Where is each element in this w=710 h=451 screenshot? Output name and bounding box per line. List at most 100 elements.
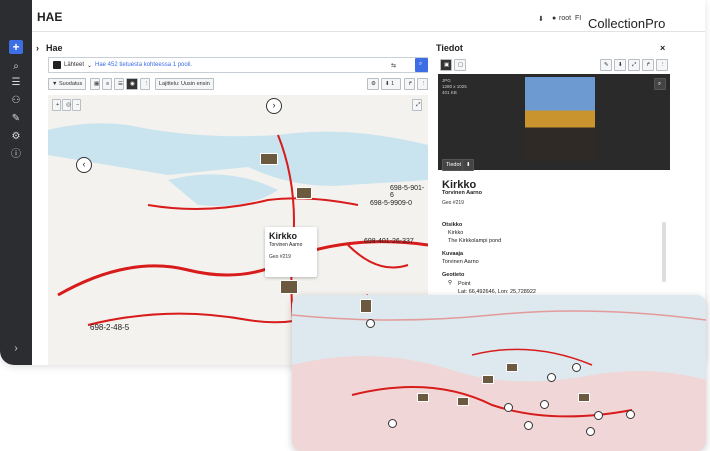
add-icon[interactable]: + bbox=[9, 40, 23, 54]
sources-label[interactable]: Lähteet bbox=[64, 62, 84, 68]
map-thumbnail[interactable] bbox=[280, 280, 298, 294]
next-arrow-icon[interactable]: › bbox=[266, 98, 282, 114]
sources-dropdown-icon[interactable]: ⌄ bbox=[87, 62, 92, 69]
thumbnail-3d[interactable] bbox=[578, 393, 590, 402]
map-view-button[interactable]: ◉ bbox=[126, 78, 138, 90]
app-root: + ⌕ ☰ ⚇ ✎ ⚙ ⓘ › HAE ⬇ ● root FI Collecti… bbox=[0, 0, 710, 451]
location-pin-icon: ⚲ bbox=[448, 280, 453, 286]
search-button[interactable]: ⌕ bbox=[415, 58, 428, 72]
details-scrollbar[interactable] bbox=[662, 222, 666, 282]
field-value: Kirkko bbox=[448, 230, 464, 236]
pin-3d[interactable] bbox=[388, 419, 397, 428]
user-icon[interactable]: ● bbox=[552, 15, 556, 22]
cogs-icon[interactable]: ⚙ bbox=[9, 130, 23, 144]
image-size: 401 KB bbox=[442, 90, 457, 95]
funnel-icon: ▼ bbox=[52, 81, 59, 87]
expand-detail-icon[interactable]: ⤢ bbox=[628, 59, 640, 71]
pin-3d[interactable] bbox=[572, 363, 581, 372]
image-preview[interactable]: JPG 1280 x 1025 401 KB ⌕ Tiedot ⬇ bbox=[438, 74, 670, 171]
wrench-icon[interactable]: ✎ bbox=[9, 112, 23, 126]
sidebar: + ⌕ ☰ ⚇ ✎ ⚙ ⓘ › bbox=[0, 0, 32, 365]
thumbnail-3d[interactable] bbox=[360, 299, 372, 313]
filter-button[interactable]: ▼ Suodatus bbox=[48, 78, 87, 90]
user-name[interactable]: root bbox=[559, 15, 571, 22]
sources-checkbox[interactable] bbox=[53, 61, 61, 69]
page-title: HAE bbox=[37, 10, 63, 24]
list-icon[interactable]: ☰ bbox=[9, 76, 23, 90]
zoom-preview-icon[interactable]: ⌕ bbox=[654, 78, 666, 90]
more-detail-icon[interactable]: ⋮ bbox=[656, 59, 668, 71]
pin-3d[interactable] bbox=[504, 403, 513, 412]
details-title: Tiedot bbox=[436, 43, 463, 53]
share-button[interactable]: ↱ bbox=[404, 78, 415, 90]
map-label: 698-401-26-337 bbox=[364, 238, 414, 245]
more-button[interactable]: ⋮ bbox=[417, 78, 428, 90]
image-tab-icon[interactable]: ▣ bbox=[440, 59, 452, 71]
pin-3d[interactable] bbox=[524, 421, 533, 430]
field-label: Geotieto bbox=[442, 272, 465, 278]
export-count: 1 bbox=[391, 81, 395, 87]
pin-3d[interactable] bbox=[586, 427, 595, 436]
download-icon[interactable]: ⬇ bbox=[538, 15, 544, 23]
map-popup[interactable]: Kirkko Torvinen Aarno Geo #219 bbox=[265, 227, 317, 277]
church-photo bbox=[525, 77, 595, 161]
pin-3d[interactable] bbox=[547, 373, 556, 382]
image-meta: JPG 1280 x 1025 401 KB bbox=[442, 78, 467, 96]
pin-3d[interactable] bbox=[366, 319, 375, 328]
download-detail-icon[interactable]: ⬇ bbox=[614, 59, 626, 71]
route-3d bbox=[292, 310, 706, 321]
pin-3d[interactable] bbox=[540, 400, 549, 409]
brand-logo: CollectionPro bbox=[588, 16, 666, 31]
fullscreen-icon[interactable]: ⤢ bbox=[412, 99, 422, 111]
edit-icon[interactable]: ✎ bbox=[600, 59, 612, 71]
map-label: 698-5-901-6 bbox=[390, 185, 425, 199]
share-detail-icon[interactable]: ↱ bbox=[642, 59, 654, 71]
info-icon[interactable]: ⓘ bbox=[9, 148, 23, 162]
field-label: Kuvaaja bbox=[442, 251, 464, 257]
search-icon[interactable]: ⌕ bbox=[9, 60, 23, 74]
zoom-out-icon[interactable]: − bbox=[72, 99, 81, 111]
list-view-button[interactable]: ≡ bbox=[102, 78, 112, 90]
users-icon[interactable]: ⚇ bbox=[9, 94, 23, 108]
search-title: Hae bbox=[46, 43, 63, 53]
sort-button[interactable]: Lajittelu: Uusin ensin bbox=[155, 78, 214, 90]
pin-3d[interactable] bbox=[626, 410, 635, 419]
map-tab-icon[interactable]: ▢ bbox=[454, 59, 466, 71]
thumbnail-3d[interactable] bbox=[482, 375, 494, 384]
field-label: Otsikko bbox=[442, 222, 463, 228]
thumbnail-3d[interactable] bbox=[457, 397, 469, 406]
grid-view-button[interactable]: ▦ bbox=[90, 78, 100, 90]
map-thumbnail[interactable] bbox=[260, 153, 278, 165]
prev-arrow-icon[interactable]: ‹ bbox=[76, 157, 92, 173]
settings-sliders-icon[interactable]: ⇆ bbox=[391, 62, 396, 69]
pin-3d[interactable] bbox=[594, 411, 603, 420]
field-value: Torvinen Aarno bbox=[442, 259, 479, 265]
map-label: 698-2-48-5 bbox=[90, 323, 130, 332]
record-geo: Geo #219 bbox=[442, 200, 464, 206]
language-switch[interactable]: FI bbox=[575, 15, 581, 22]
table-view-button[interactable]: ☰ bbox=[114, 78, 124, 90]
map-label: 698-5-9909-0 bbox=[370, 200, 413, 207]
thumbnail-3d[interactable] bbox=[417, 393, 429, 402]
filter-label: Suodatus bbox=[58, 81, 83, 87]
zoom-reset-icon[interactable]: ◎ bbox=[62, 99, 71, 111]
field-value: The Kirkkolampi pond bbox=[448, 238, 502, 244]
expand-icon[interactable]: › bbox=[9, 342, 23, 356]
download-preview-icon[interactable]: ⬇ bbox=[462, 159, 474, 171]
search-input[interactable]: Hae 452 tietuesta kohteessa 1 pooli. bbox=[95, 62, 192, 68]
close-icon[interactable]: × bbox=[660, 43, 665, 53]
more-view-button[interactable]: ⋮ bbox=[140, 78, 150, 90]
settings-button[interactable]: ⚙ bbox=[367, 78, 379, 90]
export-button[interactable]: ⬇ 1 bbox=[381, 78, 401, 90]
record-subtitle: Torvinen Aarno bbox=[442, 190, 483, 196]
collapse-icon[interactable]: › bbox=[36, 43, 39, 53]
zoom-in-icon[interactable]: + bbox=[52, 99, 61, 111]
land-3d bbox=[292, 356, 706, 451]
top-bar: HAE ⬇ ● root FI CollectionPro bbox=[32, 0, 705, 32]
popup-geo: Geo #219 bbox=[269, 254, 291, 260]
thumbnail-3d[interactable] bbox=[506, 363, 518, 372]
search-bar: Lähteet ⌄ Hae 452 tietuesta kohteessa 1 … bbox=[48, 57, 428, 73]
map-3d-card bbox=[292, 295, 706, 451]
map-3d-canvas bbox=[292, 310, 706, 451]
map-thumbnail[interactable] bbox=[296, 187, 312, 199]
